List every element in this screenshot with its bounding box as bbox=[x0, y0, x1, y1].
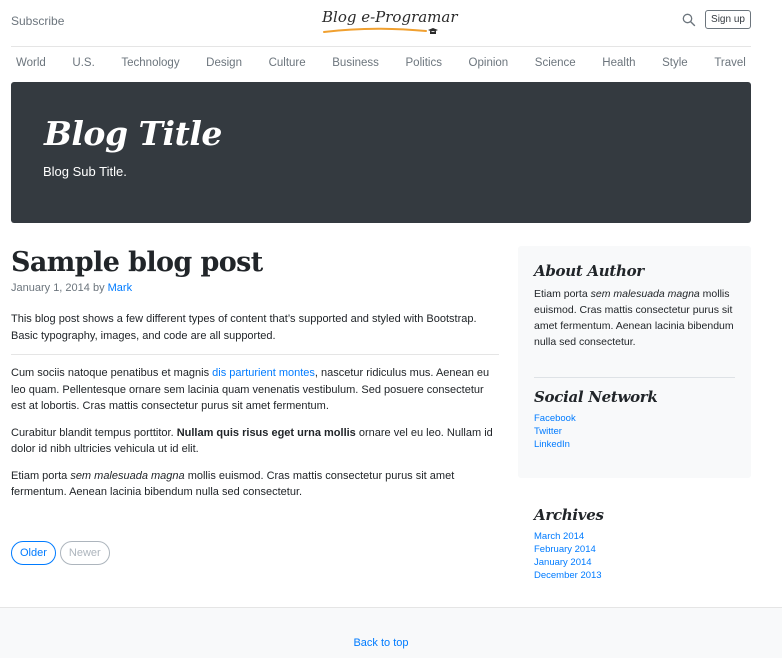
italic-text: sem malesuada magna bbox=[70, 469, 185, 482]
signup-button[interactable]: Sign up bbox=[705, 10, 751, 29]
site-logo[interactable]: Blog e-Programar bbox=[322, 8, 458, 34]
post-author-link[interactable]: Mark bbox=[108, 282, 132, 294]
category-nav: World U.S. Technology Design Culture Bus… bbox=[11, 47, 751, 79]
text-span: Etiam porta bbox=[11, 469, 71, 482]
nav-item-world[interactable]: World bbox=[11, 57, 51, 69]
nav-item-opinion[interactable]: Opinion bbox=[464, 57, 514, 69]
text-span: Curabitur blandit tempus porttitor. bbox=[11, 426, 177, 439]
older-button[interactable]: Older bbox=[11, 541, 56, 565]
site-header: Subscribe Blog e-Programar Sign up bbox=[11, 0, 751, 47]
archives-heading: Archives bbox=[534, 506, 604, 524]
blog-post: Sample blog post January 1, 2014 by Mark… bbox=[11, 246, 499, 501]
post-meta: January 1, 2014 by Mark bbox=[11, 280, 499, 296]
post-paragraph: Cum sociis natoque penatibus et magnis d… bbox=[11, 365, 499, 415]
nav-item-travel[interactable]: Travel bbox=[709, 57, 751, 69]
nav-item-politics[interactable]: Politics bbox=[401, 57, 447, 69]
jumbotron: Blog Title Blog Sub Title. bbox=[11, 82, 751, 223]
logo-swoosh-icon bbox=[323, 27, 438, 34]
archive-link[interactable]: December 2013 bbox=[534, 569, 602, 582]
post-divider bbox=[11, 354, 499, 355]
about-author-text: Etiam porta sem malesuada magna mollis e… bbox=[534, 286, 739, 350]
pagination: Older Newer bbox=[11, 541, 110, 565]
nav-item-culture[interactable]: Culture bbox=[264, 57, 311, 69]
nav-item-business[interactable]: Business bbox=[327, 57, 384, 69]
post-paragraph: Curabitur blandit tempus porttitor. Null… bbox=[11, 425, 499, 458]
text-span: Cum sociis natoque penatibus et magnis bbox=[11, 367, 213, 379]
nav-item-health[interactable]: Health bbox=[597, 57, 640, 69]
nav-item-science[interactable]: Science bbox=[530, 57, 581, 69]
subscribe-link[interactable]: Subscribe bbox=[11, 14, 64, 28]
nav-item-us[interactable]: U.S. bbox=[67, 57, 99, 69]
archive-link[interactable]: February 2014 bbox=[534, 543, 602, 556]
nav-item-design[interactable]: Design bbox=[201, 57, 247, 69]
blog-title: Blog Title bbox=[44, 114, 222, 153]
post-title: Sample blog post bbox=[11, 247, 263, 278]
sidebar-divider bbox=[534, 377, 735, 378]
post-paragraph: Etiam porta sem malesuada magna mollis e… bbox=[11, 468, 499, 501]
text-span: Etiam porta bbox=[534, 288, 591, 300]
social-network-heading: Social Network bbox=[534, 388, 658, 406]
nav-item-technology[interactable]: Technology bbox=[116, 57, 184, 69]
post-intro: This blog post shows a few different typ… bbox=[11, 313, 477, 342]
search-icon[interactable] bbox=[682, 13, 696, 27]
archive-link[interactable]: January 2014 bbox=[534, 556, 602, 569]
about-author-box: About Author Etiam porta sem malesuada m… bbox=[518, 246, 751, 478]
archives-list: March 2014 February 2014 January 2014 De… bbox=[534, 530, 602, 582]
blog-subtitle: Blog Sub Title. bbox=[43, 164, 127, 179]
italic-text: sem malesuada magna bbox=[590, 288, 700, 300]
post-date: January 1, 2014 by bbox=[11, 282, 105, 294]
site-footer: Back to top bbox=[0, 607, 782, 658]
inline-link[interactable]: dis parturient montes bbox=[212, 367, 315, 379]
linkedin-link[interactable]: LinkedIn bbox=[534, 438, 576, 451]
twitter-link[interactable]: Twitter bbox=[534, 425, 576, 438]
about-author-heading: About Author bbox=[534, 262, 644, 280]
newer-button[interactable]: Newer bbox=[59, 541, 110, 565]
nav-item-style[interactable]: Style bbox=[657, 57, 693, 69]
archive-link[interactable]: March 2014 bbox=[534, 530, 602, 543]
back-to-top-link[interactable]: Back to top bbox=[0, 637, 762, 649]
social-links-list: Facebook Twitter LinkedIn bbox=[534, 412, 576, 451]
facebook-link[interactable]: Facebook bbox=[534, 412, 576, 425]
bold-text: Nullam quis risus eget urna mollis bbox=[176, 426, 356, 439]
